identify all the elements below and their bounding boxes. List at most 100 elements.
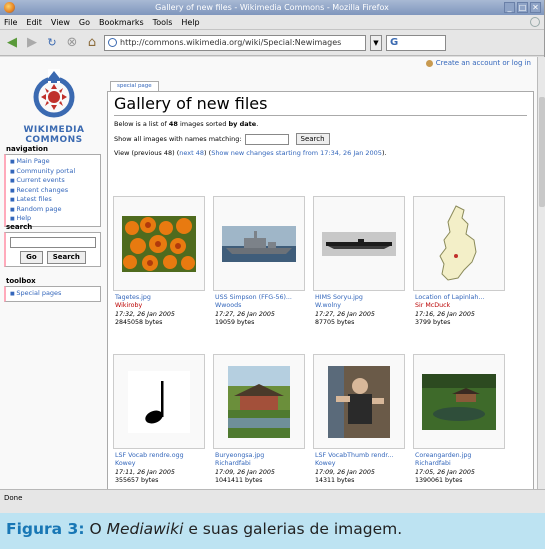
- google-search-icon: G: [390, 36, 399, 48]
- nav-latest-files-link[interactable]: Latest files: [10, 195, 96, 205]
- filter-label: Show all images with names matching:: [114, 135, 242, 143]
- nav-main-page-link[interactable]: Main Page: [10, 157, 96, 167]
- thumbnail[interactable]: [313, 196, 405, 291]
- logo-line-1: WIKIMEDIA: [23, 125, 85, 135]
- close-button[interactable]: ✕: [530, 2, 541, 13]
- wikimedia-commons-logo[interactable]: [26, 67, 82, 123]
- page-viewport: Create an account or log in WIKIMEDIA CO…: [0, 57, 537, 489]
- intro-suffix: .: [256, 120, 259, 128]
- create-account-link[interactable]: Create an account or log in: [436, 59, 531, 67]
- title-bar: Gallery of new files - Wikimedia Commons…: [0, 0, 544, 15]
- uploader-link[interactable]: Kowey: [115, 460, 205, 468]
- window-controls: _ □ ✕: [504, 2, 541, 13]
- next-48-link[interactable]: next 48: [179, 149, 204, 157]
- back-arrow-icon[interactable]: ◀: [4, 35, 20, 51]
- menu-help[interactable]: Help: [181, 18, 199, 27]
- file-name-link[interactable]: LSF Vocab rendre.ogg: [115, 452, 205, 460]
- uploader-link[interactable]: W.wolny: [315, 302, 405, 310]
- file-name-link[interactable]: HIMS Soryu.jpg: [315, 294, 405, 302]
- url-field[interactable]: http://commons.wikimedia.org/wiki/Specia…: [104, 34, 366, 51]
- menu-edit[interactable]: Edit: [26, 18, 42, 27]
- nav-random-page-link[interactable]: Random page: [10, 205, 96, 215]
- gallery-caption: USS Simpson (FFG-56)... Wwoods 17:27, 26 J…: [213, 294, 305, 350]
- logo-line-2: COMMONS: [25, 135, 83, 145]
- file-size: 1041411 bytes: [215, 476, 263, 484]
- nav-current-events-link[interactable]: Current events: [10, 176, 96, 186]
- caption-rest: e suas galerias de imagem.: [183, 520, 403, 538]
- thumbnail[interactable]: [213, 354, 305, 449]
- home-icon[interactable]: ⌂: [84, 35, 100, 51]
- file-size: 1390061 bytes: [415, 476, 463, 484]
- throbber-icon: [530, 17, 540, 27]
- paging-prefix: View (previous 48) (: [114, 149, 180, 157]
- file-name-link[interactable]: USS Simpson (FFG-56)...: [215, 294, 305, 302]
- figure-caption: Figura 3: O Mediawiki e suas galerias de…: [0, 513, 545, 549]
- menu-file[interactable]: File: [4, 18, 17, 27]
- thumbnail[interactable]: [413, 196, 505, 291]
- file-name-link[interactable]: Location of Lapinlah...: [415, 294, 505, 302]
- upload-timestamp: 17:09, 26 Jan 2005: [215, 468, 275, 476]
- url-text: http://commons.wikimedia.org/wiki/Specia…: [120, 38, 342, 47]
- uploader-link[interactable]: Kowey: [315, 460, 405, 468]
- file-name-link[interactable]: Coreangarden.jpg: [415, 452, 505, 460]
- upload-timestamp: 17:16, 26 Jan 2005: [415, 310, 475, 318]
- sidebar-search-input[interactable]: [10, 237, 96, 248]
- filter-input[interactable]: [244, 133, 289, 145]
- paging-suffix: ).: [381, 149, 387, 157]
- file-size: 14311 bytes: [315, 476, 355, 484]
- filter-search-button[interactable]: Search: [295, 133, 330, 145]
- gallery-caption: LSF VocabThumb rendr... Kowey 17:09, 26 Ja…: [313, 452, 405, 489]
- maximize-button[interactable]: □: [517, 2, 528, 13]
- navigation-list: Main Page Community portal Current event…: [4, 154, 101, 227]
- gallery-item: HIMS Soryu.jpg W.wolny 17:27, 26 Jan 2005 8…: [313, 196, 405, 350]
- nav-recent-changes-link[interactable]: Recent changes: [10, 186, 96, 196]
- thumbnail[interactable]: [313, 354, 405, 449]
- reload-icon[interactable]: ↻: [44, 35, 60, 51]
- scrollbar-thumb[interactable]: [539, 97, 545, 207]
- forward-arrow-icon[interactable]: ▶: [24, 35, 40, 51]
- gallery-item: LSF Vocab rendre.ogg Kowey 17:11, 26 Jan 2…: [113, 354, 205, 489]
- special-pages-link[interactable]: Special pages: [10, 289, 96, 299]
- go-button[interactable]: Go: [20, 251, 43, 264]
- toolbox-list: Special pages: [4, 286, 101, 302]
- url-dropdown-button[interactable]: ▼: [370, 34, 382, 51]
- vertical-scrollbar[interactable]: [537, 57, 545, 489]
- thumbnail[interactable]: [213, 196, 305, 291]
- thumbnail[interactable]: [113, 354, 205, 449]
- upload-timestamp: 17:11, 26 Jan 2005: [115, 468, 175, 476]
- thumbnail[interactable]: [113, 196, 205, 291]
- show-new-changes-link[interactable]: Show new changes starting from 17:34, 26…: [211, 149, 382, 157]
- intro-prefix: Below is a list of: [114, 120, 169, 128]
- file-name-link[interactable]: LSF VocabThumb rendr...: [315, 452, 405, 460]
- toolbox-title: toolbox: [6, 277, 36, 285]
- nav-community-portal-link[interactable]: Community portal: [10, 167, 96, 177]
- gallery-caption: HIMS Soryu.jpg W.wolny 17:27, 26 Jan 2005 8…: [313, 294, 405, 350]
- logo-wordmark: WIKIMEDIA COMMONS: [4, 125, 104, 145]
- firefox-icon: [4, 2, 15, 13]
- menu-go[interactable]: Go: [79, 18, 90, 27]
- image-gallery: Tagetes.jpg Wikiroby 17:32, 26 Jan 2005 284…: [113, 196, 513, 489]
- menu-tools[interactable]: Tools: [153, 18, 173, 27]
- tab-special-page[interactable]: special page: [110, 81, 159, 91]
- file-name-link[interactable]: Buryeongsa.jpg: [215, 452, 305, 460]
- uploader-link[interactable]: Wwoods: [215, 302, 305, 310]
- gallery-item: USS Simpson (FFG-56)... Wwoods 17:27, 26 J…: [213, 196, 305, 350]
- uploader-link[interactable]: Richardfabi: [215, 460, 305, 468]
- menu-bookmarks[interactable]: Bookmarks: [99, 18, 144, 27]
- uploader-link[interactable]: Wikiroby: [115, 302, 205, 310]
- navigation-portlet: navigation Main Page Community portal Cu…: [4, 145, 101, 227]
- search-button[interactable]: Search: [46, 251, 86, 264]
- gallery-caption: Location of Lapinlah... Sir McDuck 17:16, …: [413, 294, 505, 350]
- intro-mid: images sorted: [177, 120, 229, 128]
- minimize-button[interactable]: _: [504, 2, 515, 13]
- thumbnail[interactable]: [413, 354, 505, 449]
- file-name-link[interactable]: Tagetes.jpg: [115, 294, 205, 302]
- search-portlet: search Go Search: [4, 223, 101, 267]
- uploader-link[interactable]: Sir McDuck: [415, 302, 505, 310]
- uploader-link[interactable]: Richardfabi: [415, 460, 505, 468]
- stop-icon[interactable]: ⊗: [64, 35, 80, 51]
- page-title: Gallery of new files: [114, 94, 527, 116]
- menu-view[interactable]: View: [51, 18, 70, 27]
- web-search-field[interactable]: G: [386, 34, 446, 51]
- search-box: Go Search: [4, 232, 101, 267]
